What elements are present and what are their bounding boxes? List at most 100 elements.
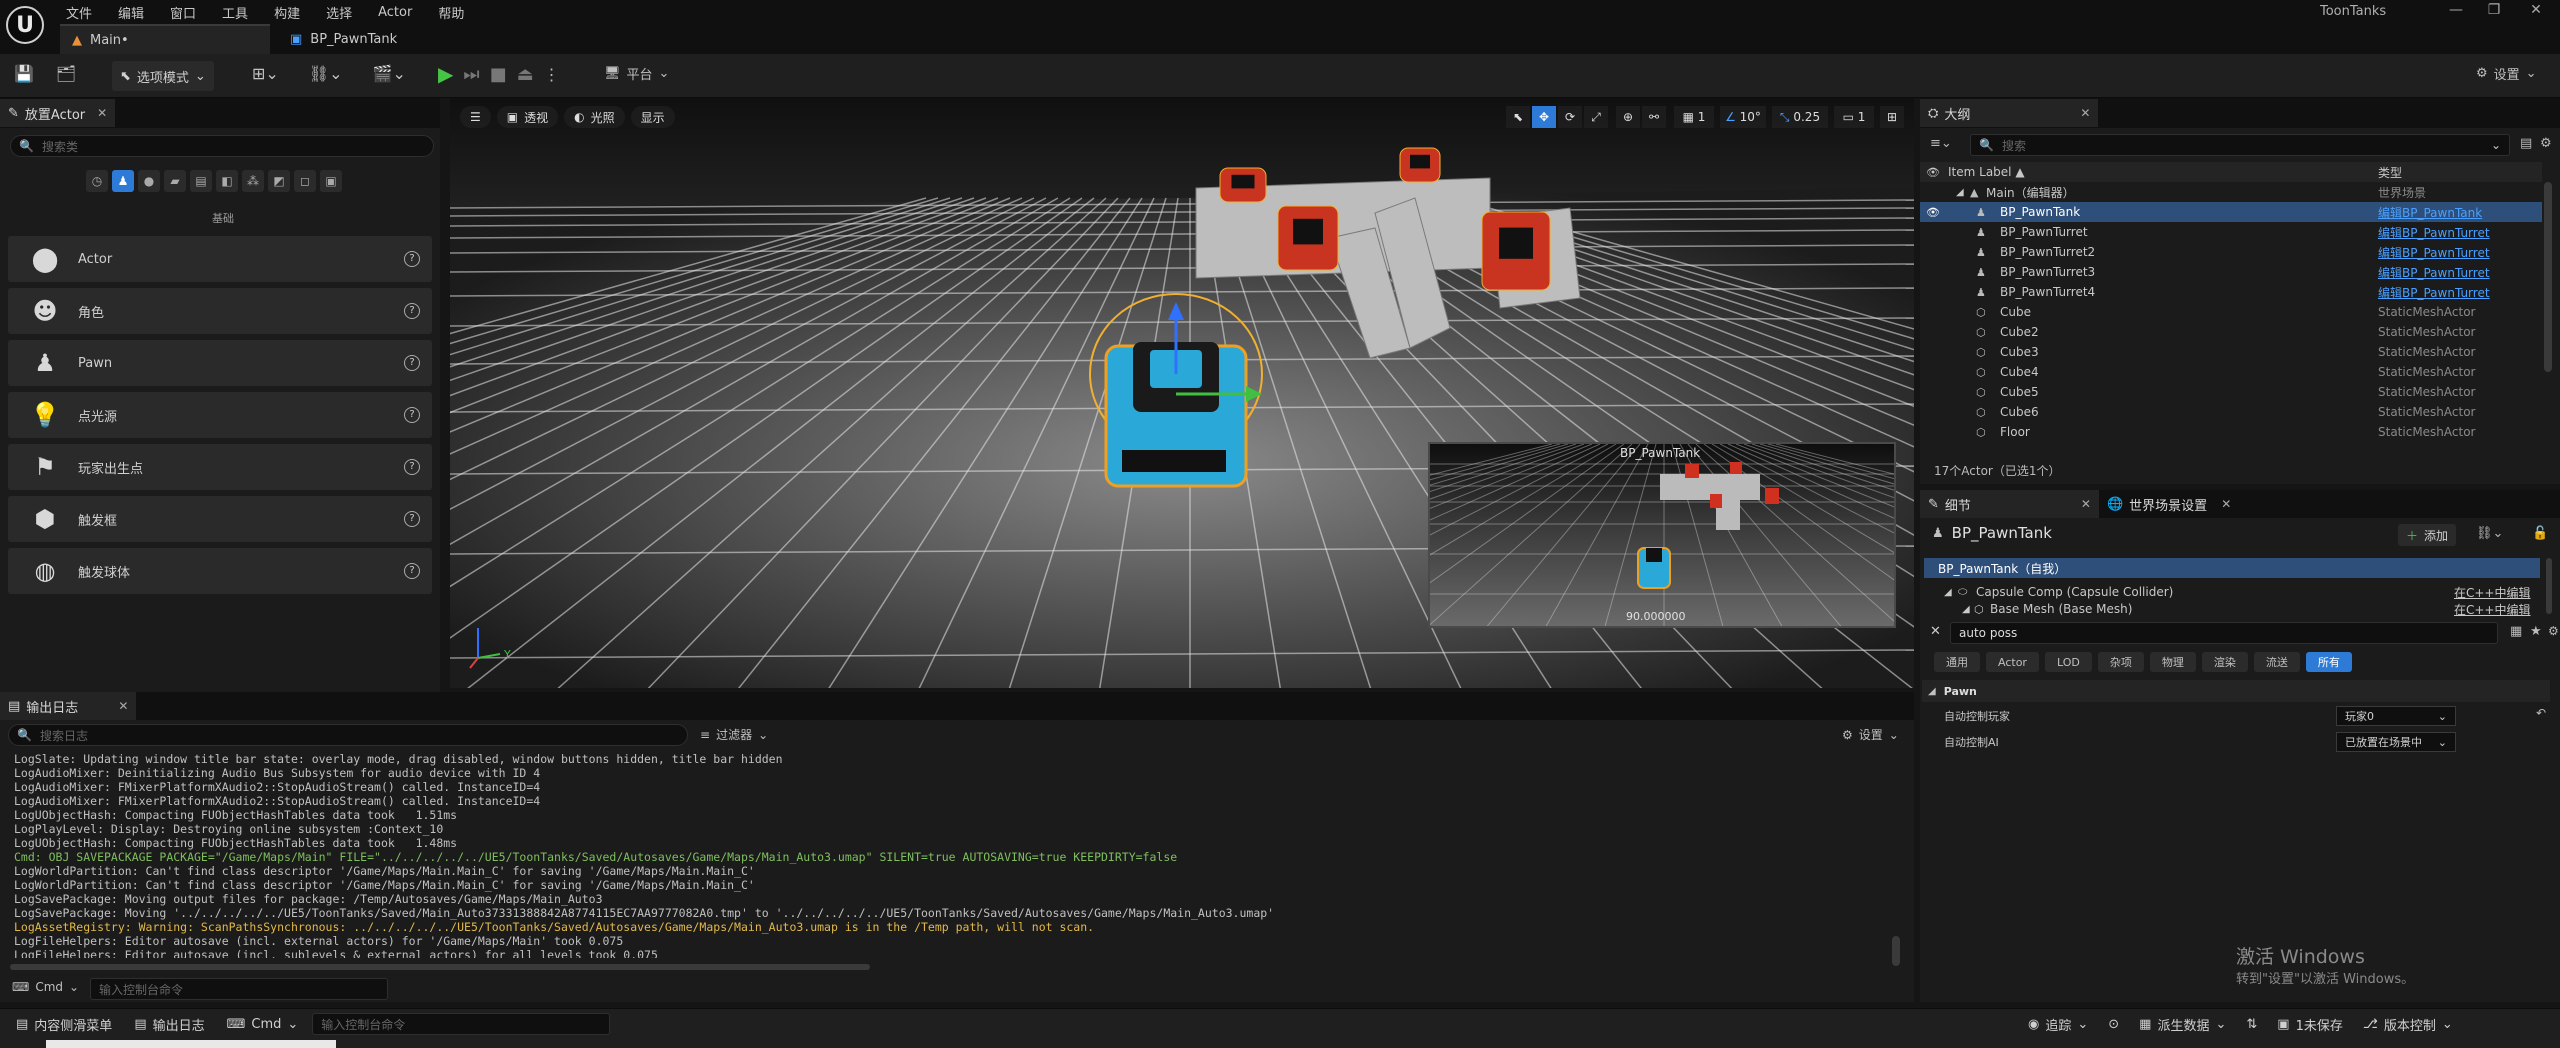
show-button[interactable]: 显示 [630,106,675,128]
outliner-row[interactable]: ⬡ Cube2 StaticMeshActor [1920,322,2542,342]
menu-item[interactable]: 选择 [326,3,352,22]
filter-tab[interactable]: LOD [2044,652,2092,672]
level-viewport[interactable]: Y ☰ ▣ 透视 ◐ 光照 显示 ⬉ ✥ ⟳ ⤢ ⊕ ⚯ ▦ 1 ∠ 10° ⤡ 0… [450,98,1914,688]
place-item[interactable]: ☻ 角色? [8,288,432,334]
browse-icon[interactable]: 🗂 [56,64,76,83]
place-item[interactable]: ⚑ 玩家出生点? [8,444,432,490]
help-icon[interactable]: ? [404,355,420,371]
outliner-row[interactable]: ♟ BP_PawnTurret2 编辑BP_PawnTurret [1920,242,2542,262]
clear-search-icon[interactable]: ✕ [1930,624,1941,639]
place-item[interactable]: ♟ Pawn? [8,340,432,386]
surface-snap-icon[interactable]: ⚯ [1642,106,1666,128]
place-item[interactable]: 💡 点光源? [8,392,432,438]
step-icon[interactable]: ⏭ [463,64,479,85]
edit-blueprint-link[interactable]: 编辑BP_PawnTurret [2378,284,2490,301]
filter-tab[interactable]: 物理 [2149,652,2196,672]
unsaved-button[interactable]: ▣ 1未保存 [2269,1011,2351,1037]
settings-button[interactable]: ⚙ 设置 ⌄ [2476,64,2537,83]
menu-item[interactable]: Actor [378,5,412,20]
outliner-row[interactable]: 👁 ♟ BP_PawnTank 编辑BP_PawnTank [1920,202,2542,222]
trace-button[interactable]: ◉ 追踪 ⌄ [2020,1011,2096,1037]
details-tab[interactable]: ✎ 细节 ✕ [1920,490,2099,518]
help-icon[interactable]: ? [404,303,420,319]
edit-blueprint-link[interactable]: 编辑BP_PawnTurret [2378,244,2490,261]
log-vertical-scrollbar[interactable] [1892,936,1900,966]
lock-icon[interactable]: 🔓 [2532,526,2548,541]
minimize-icon[interactable]: — [2444,2,2468,22]
help-icon[interactable]: ? [404,459,420,475]
menu-item[interactable]: 帮助 [438,3,464,22]
outliner-search-input[interactable]: 🔍 搜索 ⌄ [1970,134,2510,156]
edit-blueprint-link[interactable]: 编辑BP_PawnTurret [2378,224,2490,241]
world-space-icon[interactable]: ⊕ [1616,106,1640,128]
camera-speed-button[interactable]: ▭ 1 [1834,106,1874,128]
class-search-input[interactable]: 🔍 搜索类 [10,135,434,157]
edit-blueprint-link[interactable]: 编辑BP_PawnTank [2378,204,2482,221]
close-tab-icon[interactable]: ✕ [118,699,128,713]
expand-arrow-icon[interactable]: ◢ [1956,187,1964,198]
recent-icon[interactable]: ◷ [86,170,108,192]
expand-arrow-icon[interactable]: ◢ [1962,604,1970,615]
world-settings-tab[interactable]: 🌐 世界场景设置 ✕ [2099,490,2239,518]
expand-arrow-icon[interactable]: ◢ [1944,587,1952,598]
outliner-row[interactable]: ⬡ Floor StaticMeshActor [1920,422,2542,442]
create-folder-icon[interactable]: ▤ [2520,136,2532,151]
menu-item[interactable]: 工具 [222,3,248,22]
log-horizontal-scrollbar[interactable] [10,964,870,970]
cinematics-icon[interactable]: 🎬⌄ [373,64,406,83]
outliner-row[interactable]: ♟ BP_PawnTurret4 编辑BP_PawnTurret [1920,282,2542,302]
visual-effects-icon[interactable]: ▤ [190,170,212,192]
outliner-row[interactable]: ⬡ Cube6 StaticMeshActor [1920,402,2542,422]
platform-button[interactable]: 🖥 平台 ⌄ [604,64,669,83]
perspective-button[interactable]: ▣ 透视 [496,106,559,128]
select-tool-icon[interactable]: ⬉ [1506,106,1530,128]
column-item-label[interactable]: Item Label ▲ [1948,165,2025,179]
log-search-input[interactable]: 🔍 搜索日志 [8,724,688,746]
blueprint-menu-icon[interactable]: ⛓⌄ [309,64,343,83]
tab-main-level[interactable]: ▲ Main• [60,24,270,54]
maximize-viewport-icon[interactable]: ⊞ [1880,106,1904,128]
extra-icon[interactable]: ▣ [320,170,342,192]
edit-in-cpp-link[interactable]: 在C++中编辑 [2454,584,2531,601]
filter-tab[interactable]: 流送 [2253,652,2300,672]
selection-mode-button[interactable]: ⬉ 选项模式 ⌄ [112,61,214,91]
close-icon[interactable]: ✕ [2524,2,2548,22]
help-icon[interactable]: ? [404,511,420,527]
maximize-icon[interactable]: ❐ [2482,2,2506,22]
outliner-tab[interactable]: ⛭ 大纲 ✕ [1920,99,2099,127]
play-icon[interactable]: ▶ [438,62,453,86]
save-icon[interactable]: 💾 [14,64,34,83]
blueprint-options-icon[interactable]: ⛓⌄ [2476,526,2503,541]
filter-tab[interactable]: 通用 [1934,652,1980,672]
log-filters-button[interactable]: ≡ 过滤器 ⌄ [700,726,768,743]
menu-item[interactable]: 构建 [274,3,300,22]
star-icon[interactable]: ★ [2530,624,2542,639]
component-base-mesh[interactable]: Base Mesh (Base Mesh) [1990,602,2132,616]
cinematic-icon[interactable]: ▰ [164,170,186,192]
filter-icon[interactable]: ≡⌄ [1930,136,1952,151]
components-scrollbar[interactable] [2546,558,2552,614]
column-type[interactable]: 类型 [2378,164,2402,181]
rotate-tool-icon[interactable]: ⟳ [1558,106,1582,128]
sync-icon[interactable]: ⇅ [2238,1011,2265,1037]
view-mode-button[interactable]: ◐ 光照 [564,106,625,128]
grid-snap-button[interactable]: ▦ 1 [1674,106,1714,128]
filter-tab[interactable]: 渲染 [2201,652,2248,672]
output-log-tab[interactable]: ▤ 输出日志 ✕ [0,692,137,720]
reset-arrow-icon[interactable]: ↶ [2536,706,2546,720]
filter-tab[interactable]: 杂项 [2097,652,2144,672]
edit-blueprint-link[interactable]: 编辑BP_PawnTurret [2378,264,2490,281]
help-icon[interactable]: ? [404,563,420,579]
derived-data-button[interactable]: ▦ 派生数据 ⌄ [2131,1011,2234,1037]
cmd-selector[interactable]: ⌨ Cmd ⌄ [219,1011,307,1037]
menu-item[interactable]: 文件 [66,3,92,22]
menu-item[interactable]: 窗口 [170,3,196,22]
close-tab-icon[interactable]: ✕ [2221,497,2231,511]
output-log-button[interactable]: ▤ 输出日志 [126,1011,212,1037]
rotation-snap-button[interactable]: ∠ 10° [1720,106,1766,128]
outliner-row[interactable]: ⬡ Cube5 StaticMeshActor [1920,382,2542,402]
filter-tab[interactable]: Actor [1986,652,2039,672]
outliner-row[interactable]: ♟ BP_PawnTurret 编辑BP_PawnTurret [1920,222,2542,242]
add-actor-icon[interactable]: ⊞⌄ [252,64,279,83]
viewport-menu-button[interactable]: ☰ [460,106,491,128]
